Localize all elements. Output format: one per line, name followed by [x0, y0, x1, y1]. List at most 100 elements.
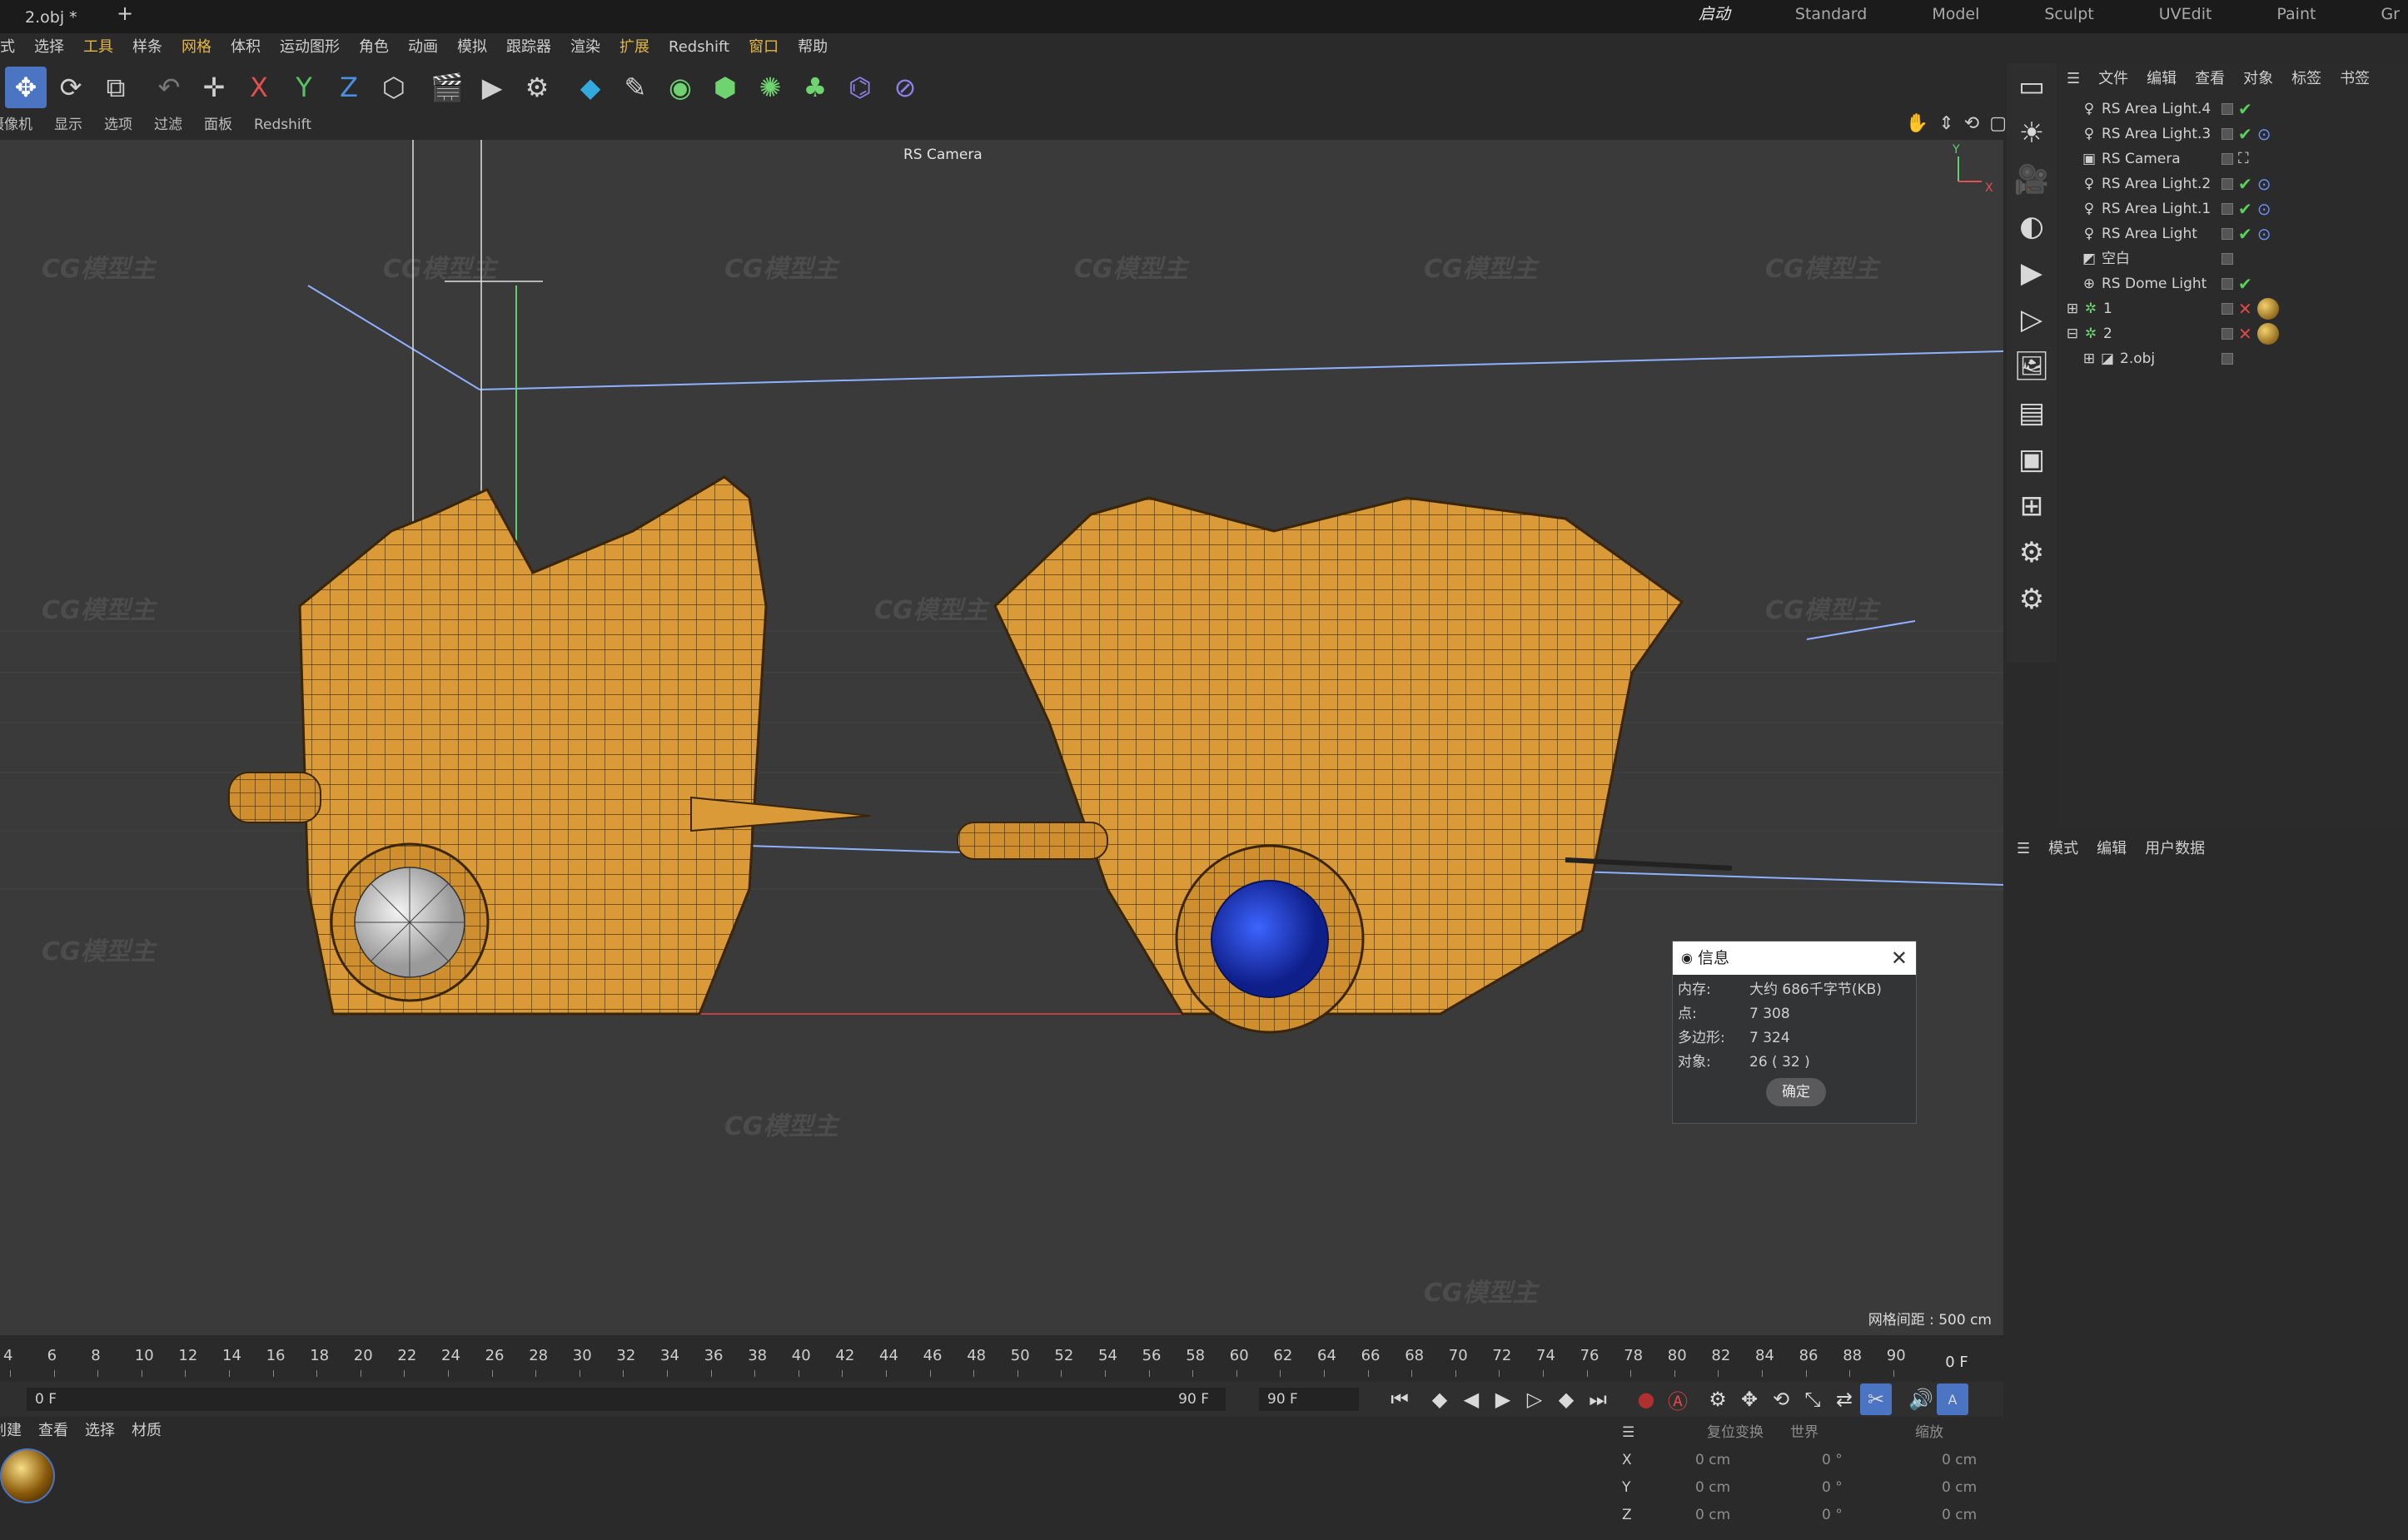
- prev-key-icon[interactable]: ◆: [1424, 1384, 1455, 1415]
- motion-path-icon[interactable]: ✂: [1860, 1384, 1892, 1415]
- goto-start-icon[interactable]: ⏮: [1384, 1384, 1415, 1415]
- visibility-toggle[interactable]: [2221, 278, 2233, 290]
- object-row[interactable]: ◩ 空白: [2058, 246, 2408, 271]
- expand-icon[interactable]: ⊞: [2063, 296, 2082, 321]
- render-view-icon[interactable]: ▶: [471, 67, 513, 108]
- menu-mesh[interactable]: 网格: [182, 35, 211, 60]
- om-menu-bookmark[interactable]: 书签: [2340, 63, 2370, 95]
- target-tag-icon[interactable]: ⊙: [2257, 171, 2271, 196]
- menu-render[interactable]: 渲染: [570, 35, 600, 60]
- mm-menu-select[interactable]: 选择: [85, 1418, 115, 1443]
- record-icon[interactable]: ●: [1630, 1384, 1662, 1415]
- material-tag-icon[interactable]: [2256, 323, 2279, 345]
- undo-icon[interactable]: ↶: [148, 67, 190, 108]
- menu-animate[interactable]: 动画: [408, 35, 438, 60]
- enabled-check-icon[interactable]: ✔: [2238, 271, 2252, 296]
- expand-icon[interactable]: ⊞: [2080, 346, 2098, 371]
- enabled-check-icon[interactable]: ✔: [2238, 122, 2252, 147]
- visibility-toggle[interactable]: [2221, 253, 2233, 265]
- field-icon[interactable]: ⊘: [884, 67, 926, 108]
- scale-x-field[interactable]: 0 cm: [1882, 1447, 1998, 1474]
- timeline-mode-icon[interactable]: A: [1937, 1384, 1968, 1415]
- om-menu-tag[interactable]: 标签: [2291, 63, 2321, 95]
- camera-icon[interactable]: 🎥: [2007, 156, 2057, 203]
- settings-gear-icon[interactable]: ⚙: [2007, 529, 2057, 576]
- close-icon[interactable]: ✕: [1891, 941, 1908, 975]
- render-active-icon[interactable]: ▷: [2007, 296, 2057, 343]
- visibility-toggle[interactable]: [2221, 353, 2233, 365]
- object-row[interactable]: ♀ RS Area Light.1 ✔ ⊙: [2058, 196, 2408, 221]
- axis-y-button[interactable]: Y: [283, 67, 325, 108]
- target-tag-icon[interactable]: ⊙: [2257, 196, 2271, 221]
- object-row[interactable]: ⊞ ✲ 1 ✕: [2058, 296, 2408, 321]
- disabled-x-icon[interactable]: ✕: [2238, 321, 2252, 346]
- environment-icon[interactable]: ◐: [2007, 203, 2057, 250]
- scale-key-icon[interactable]: ⤡: [1797, 1384, 1828, 1415]
- menu-window[interactable]: 窗口: [749, 35, 779, 60]
- new-tab-button[interactable]: +: [117, 2, 133, 25]
- object-row[interactable]: ♀ RS Area Light.2 ✔ ⊙: [2058, 171, 2408, 196]
- object-row[interactable]: ♀ RS Area Light.4 ✔: [2058, 97, 2408, 122]
- menu-tools[interactable]: 工具: [83, 35, 113, 60]
- layout-paint[interactable]: Paint: [2276, 0, 2316, 33]
- rotation-key-icon[interactable]: ⟲: [1765, 1384, 1797, 1415]
- menu-select[interactable]: 选择: [34, 35, 64, 60]
- position-x-field[interactable]: 0 cm: [1632, 1447, 1757, 1474]
- enabled-check-icon[interactable]: ✔: [2238, 221, 2252, 246]
- rotate-tool-icon[interactable]: ⟳: [50, 67, 92, 108]
- om-menu-file[interactable]: 文件: [2098, 63, 2128, 95]
- picture-viewer-icon[interactable]: 🖼: [2007, 343, 2057, 390]
- vp-menu-filter[interactable]: 过滤: [154, 113, 182, 137]
- disabled-x-icon[interactable]: ✕: [2238, 296, 2252, 321]
- scale-tool-icon[interactable]: ⧉: [95, 67, 137, 108]
- autokey-icon[interactable]: Ⓐ: [1662, 1384, 1694, 1415]
- menu-simulate[interactable]: 模拟: [457, 35, 487, 60]
- hamburger-icon[interactable]: ☰: [2017, 832, 2030, 866]
- ok-button[interactable]: 确定: [1766, 1078, 1826, 1106]
- node-editor-icon[interactable]: ⊞: [2007, 483, 2057, 529]
- zoom-icon[interactable]: ⇕: [1938, 113, 1953, 134]
- rotation-x-field[interactable]: 0 °: [1757, 1447, 1882, 1474]
- enabled-check-icon[interactable]: ✔: [2238, 196, 2252, 221]
- am-menu-mode[interactable]: 模式: [2048, 832, 2078, 866]
- reset-transform-button[interactable]: 复位变换: [1707, 1418, 1790, 1447]
- layout-startup[interactable]: 启动: [1699, 0, 1730, 33]
- collapse-icon[interactable]: ⊟: [2063, 321, 2082, 346]
- aov-icon[interactable]: ▤: [2007, 390, 2057, 436]
- visibility-toggle[interactable]: [2221, 153, 2233, 165]
- position-y-field[interactable]: 0 cm: [1632, 1474, 1757, 1502]
- subdivision-icon[interactable]: ◉: [659, 67, 701, 108]
- mograph-icon[interactable]: ♣: [794, 67, 836, 108]
- live-select-icon[interactable]: ✛: [193, 67, 235, 108]
- vp-menu-redshift[interactable]: Redshift: [254, 113, 311, 137]
- position-key-icon[interactable]: ✥: [1734, 1384, 1765, 1415]
- mm-menu-create[interactable]: 创建: [0, 1418, 22, 1443]
- keyframe-settings-icon[interactable]: ⚙: [1702, 1384, 1734, 1415]
- start-frame-field[interactable]: 0 F 90 F: [27, 1388, 1226, 1411]
- preferences-gear-icon[interactable]: ⚙: [2007, 576, 2057, 623]
- render-queue-icon[interactable]: ▣: [2007, 436, 2057, 483]
- menu-extensions[interactable]: 扩展: [619, 35, 649, 60]
- maximize-icon[interactable]: ▢: [1989, 113, 2007, 134]
- hamburger-icon[interactable]: ☰: [2067, 63, 2080, 95]
- pan-icon[interactable]: ✋: [1906, 113, 1928, 134]
- visibility-toggle[interactable]: [2221, 228, 2233, 240]
- 3d-viewport[interactable]: YX CG模型主 CG模型主 CG模型主 CG模型主 CG模型主 CG模型主 C…: [0, 140, 2003, 1335]
- menu-mograph[interactable]: 运动图形: [280, 35, 340, 60]
- scale-y-field[interactable]: 0 cm: [1882, 1474, 1998, 1502]
- orbit-icon[interactable]: ⟲: [1964, 113, 1979, 134]
- menu-volume[interactable]: 体积: [231, 35, 261, 60]
- menu-character[interactable]: 角色: [359, 35, 389, 60]
- prev-frame-icon[interactable]: ◀: [1455, 1384, 1487, 1415]
- visibility-toggle[interactable]: [2221, 178, 2233, 190]
- position-z-field[interactable]: 0 cm: [1632, 1502, 1757, 1529]
- visibility-toggle[interactable]: [2221, 303, 2233, 315]
- layout-more[interactable]: Gr: [2381, 0, 2400, 33]
- next-frame-icon[interactable]: ▷: [1519, 1384, 1550, 1415]
- rotation-y-field[interactable]: 0 °: [1757, 1474, 1882, 1502]
- end-frame-field[interactable]: 90 F: [1259, 1388, 1359, 1411]
- vp-menu-display[interactable]: 显示: [54, 113, 82, 137]
- scale-mode-dropdown[interactable]: 缩放: [1915, 1418, 1998, 1447]
- layout-uvedit[interactable]: UVEdit: [2159, 0, 2212, 33]
- param-key-icon[interactable]: ⇄: [1828, 1384, 1860, 1415]
